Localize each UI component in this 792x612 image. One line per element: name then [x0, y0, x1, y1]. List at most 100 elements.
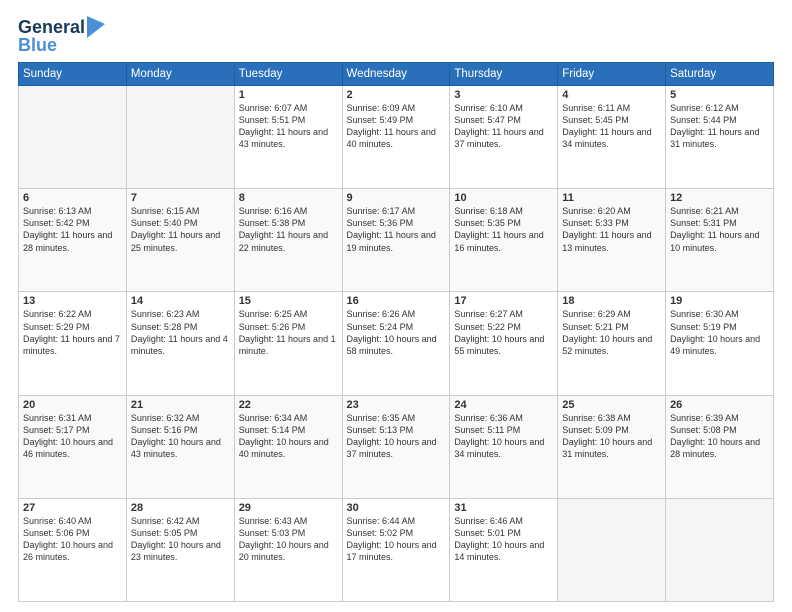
- day-number: 11: [562, 192, 661, 204]
- weekday-header-wednesday: Wednesday: [342, 63, 450, 86]
- day-info: Sunrise: 6:26 AM Sunset: 5:24 PM Dayligh…: [347, 308, 446, 357]
- day-info: Sunrise: 6:17 AM Sunset: 5:36 PM Dayligh…: [347, 205, 446, 254]
- weekday-header-sunday: Sunday: [19, 63, 127, 86]
- day-info: Sunrise: 6:11 AM Sunset: 5:45 PM Dayligh…: [562, 102, 661, 151]
- calendar-body: 1Sunrise: 6:07 AM Sunset: 5:51 PM Daylig…: [19, 86, 774, 602]
- calendar-cell: 25Sunrise: 6:38 AM Sunset: 5:09 PM Dayli…: [558, 395, 666, 498]
- day-number: 9: [347, 192, 446, 204]
- logo: General Blue: [18, 16, 107, 54]
- calendar-cell: [19, 86, 127, 189]
- day-info: Sunrise: 6:16 AM Sunset: 5:38 PM Dayligh…: [239, 205, 338, 254]
- day-info: Sunrise: 6:38 AM Sunset: 5:09 PM Dayligh…: [562, 412, 661, 461]
- weekday-header-monday: Monday: [126, 63, 234, 86]
- calendar-cell: 16Sunrise: 6:26 AM Sunset: 5:24 PM Dayli…: [342, 292, 450, 395]
- day-info: Sunrise: 6:25 AM Sunset: 5:26 PM Dayligh…: [239, 308, 338, 357]
- day-info: Sunrise: 6:39 AM Sunset: 5:08 PM Dayligh…: [670, 412, 769, 461]
- calendar-cell: 30Sunrise: 6:44 AM Sunset: 5:02 PM Dayli…: [342, 498, 450, 601]
- header: General Blue: [18, 16, 774, 54]
- day-number: 15: [239, 295, 338, 307]
- calendar-cell: 1Sunrise: 6:07 AM Sunset: 5:51 PM Daylig…: [234, 86, 342, 189]
- day-info: Sunrise: 6:23 AM Sunset: 5:28 PM Dayligh…: [131, 308, 230, 357]
- calendar-cell: 9Sunrise: 6:17 AM Sunset: 5:36 PM Daylig…: [342, 189, 450, 292]
- day-info: Sunrise: 6:18 AM Sunset: 5:35 PM Dayligh…: [454, 205, 553, 254]
- day-info: Sunrise: 6:13 AM Sunset: 5:42 PM Dayligh…: [23, 205, 122, 254]
- day-number: 28: [131, 502, 230, 514]
- day-number: 12: [670, 192, 769, 204]
- calendar-cell: [666, 498, 774, 601]
- weekday-header-tuesday: Tuesday: [234, 63, 342, 86]
- day-number: 13: [23, 295, 122, 307]
- day-number: 30: [347, 502, 446, 514]
- calendar-cell: 20Sunrise: 6:31 AM Sunset: 5:17 PM Dayli…: [19, 395, 127, 498]
- logo-icon: [87, 16, 105, 38]
- calendar-header-row: SundayMondayTuesdayWednesdayThursdayFrid…: [19, 63, 774, 86]
- day-info: Sunrise: 6:12 AM Sunset: 5:44 PM Dayligh…: [670, 102, 769, 151]
- day-info: Sunrise: 6:42 AM Sunset: 5:05 PM Dayligh…: [131, 515, 230, 564]
- day-number: 23: [347, 399, 446, 411]
- day-number: 31: [454, 502, 553, 514]
- day-info: Sunrise: 6:43 AM Sunset: 5:03 PM Dayligh…: [239, 515, 338, 564]
- calendar-cell: 13Sunrise: 6:22 AM Sunset: 5:29 PM Dayli…: [19, 292, 127, 395]
- weekday-header-saturday: Saturday: [666, 63, 774, 86]
- day-number: 22: [239, 399, 338, 411]
- calendar-cell: 15Sunrise: 6:25 AM Sunset: 5:26 PM Dayli…: [234, 292, 342, 395]
- day-info: Sunrise: 6:34 AM Sunset: 5:14 PM Dayligh…: [239, 412, 338, 461]
- day-info: Sunrise: 6:30 AM Sunset: 5:19 PM Dayligh…: [670, 308, 769, 357]
- calendar-week-4: 20Sunrise: 6:31 AM Sunset: 5:17 PM Dayli…: [19, 395, 774, 498]
- weekday-header-friday: Friday: [558, 63, 666, 86]
- day-info: Sunrise: 6:32 AM Sunset: 5:16 PM Dayligh…: [131, 412, 230, 461]
- day-number: 24: [454, 399, 553, 411]
- day-number: 4: [562, 89, 661, 101]
- calendar-cell: 22Sunrise: 6:34 AM Sunset: 5:14 PM Dayli…: [234, 395, 342, 498]
- day-info: Sunrise: 6:27 AM Sunset: 5:22 PM Dayligh…: [454, 308, 553, 357]
- calendar-cell: 12Sunrise: 6:21 AM Sunset: 5:31 PM Dayli…: [666, 189, 774, 292]
- calendar-cell: 28Sunrise: 6:42 AM Sunset: 5:05 PM Dayli…: [126, 498, 234, 601]
- calendar-cell: 6Sunrise: 6:13 AM Sunset: 5:42 PM Daylig…: [19, 189, 127, 292]
- day-info: Sunrise: 6:35 AM Sunset: 5:13 PM Dayligh…: [347, 412, 446, 461]
- day-number: 1: [239, 89, 338, 101]
- day-number: 18: [562, 295, 661, 307]
- calendar-table: SundayMondayTuesdayWednesdayThursdayFrid…: [18, 62, 774, 602]
- day-info: Sunrise: 6:36 AM Sunset: 5:11 PM Dayligh…: [454, 412, 553, 461]
- calendar-cell: 7Sunrise: 6:15 AM Sunset: 5:40 PM Daylig…: [126, 189, 234, 292]
- logo-text-general: General: [18, 18, 85, 36]
- calendar-cell: 18Sunrise: 6:29 AM Sunset: 5:21 PM Dayli…: [558, 292, 666, 395]
- day-info: Sunrise: 6:31 AM Sunset: 5:17 PM Dayligh…: [23, 412, 122, 461]
- day-number: 7: [131, 192, 230, 204]
- calendar-cell: 10Sunrise: 6:18 AM Sunset: 5:35 PM Dayli…: [450, 189, 558, 292]
- calendar-cell: 29Sunrise: 6:43 AM Sunset: 5:03 PM Dayli…: [234, 498, 342, 601]
- calendar-cell: 19Sunrise: 6:30 AM Sunset: 5:19 PM Dayli…: [666, 292, 774, 395]
- calendar-week-5: 27Sunrise: 6:40 AM Sunset: 5:06 PM Dayli…: [19, 498, 774, 601]
- day-number: 29: [239, 502, 338, 514]
- day-info: Sunrise: 6:21 AM Sunset: 5:31 PM Dayligh…: [670, 205, 769, 254]
- calendar-week-1: 1Sunrise: 6:07 AM Sunset: 5:51 PM Daylig…: [19, 86, 774, 189]
- day-number: 25: [562, 399, 661, 411]
- day-info: Sunrise: 6:07 AM Sunset: 5:51 PM Dayligh…: [239, 102, 338, 151]
- calendar-cell: 27Sunrise: 6:40 AM Sunset: 5:06 PM Dayli…: [19, 498, 127, 601]
- day-info: Sunrise: 6:29 AM Sunset: 5:21 PM Dayligh…: [562, 308, 661, 357]
- calendar-cell: [558, 498, 666, 601]
- day-number: 21: [131, 399, 230, 411]
- day-number: 2: [347, 89, 446, 101]
- weekday-header-thursday: Thursday: [450, 63, 558, 86]
- calendar-week-3: 13Sunrise: 6:22 AM Sunset: 5:29 PM Dayli…: [19, 292, 774, 395]
- day-info: Sunrise: 6:46 AM Sunset: 5:01 PM Dayligh…: [454, 515, 553, 564]
- calendar-cell: 2Sunrise: 6:09 AM Sunset: 5:49 PM Daylig…: [342, 86, 450, 189]
- day-number: 17: [454, 295, 553, 307]
- calendar-cell: 23Sunrise: 6:35 AM Sunset: 5:13 PM Dayli…: [342, 395, 450, 498]
- day-number: 27: [23, 502, 122, 514]
- calendar-week-2: 6Sunrise: 6:13 AM Sunset: 5:42 PM Daylig…: [19, 189, 774, 292]
- calendar-cell: 24Sunrise: 6:36 AM Sunset: 5:11 PM Dayli…: [450, 395, 558, 498]
- day-info: Sunrise: 6:20 AM Sunset: 5:33 PM Dayligh…: [562, 205, 661, 254]
- calendar-cell: 17Sunrise: 6:27 AM Sunset: 5:22 PM Dayli…: [450, 292, 558, 395]
- day-number: 19: [670, 295, 769, 307]
- calendar-cell: 21Sunrise: 6:32 AM Sunset: 5:16 PM Dayli…: [126, 395, 234, 498]
- day-number: 10: [454, 192, 553, 204]
- day-info: Sunrise: 6:44 AM Sunset: 5:02 PM Dayligh…: [347, 515, 446, 564]
- calendar-cell: 8Sunrise: 6:16 AM Sunset: 5:38 PM Daylig…: [234, 189, 342, 292]
- day-number: 6: [23, 192, 122, 204]
- day-number: 26: [670, 399, 769, 411]
- day-info: Sunrise: 6:40 AM Sunset: 5:06 PM Dayligh…: [23, 515, 122, 564]
- day-number: 16: [347, 295, 446, 307]
- day-number: 5: [670, 89, 769, 101]
